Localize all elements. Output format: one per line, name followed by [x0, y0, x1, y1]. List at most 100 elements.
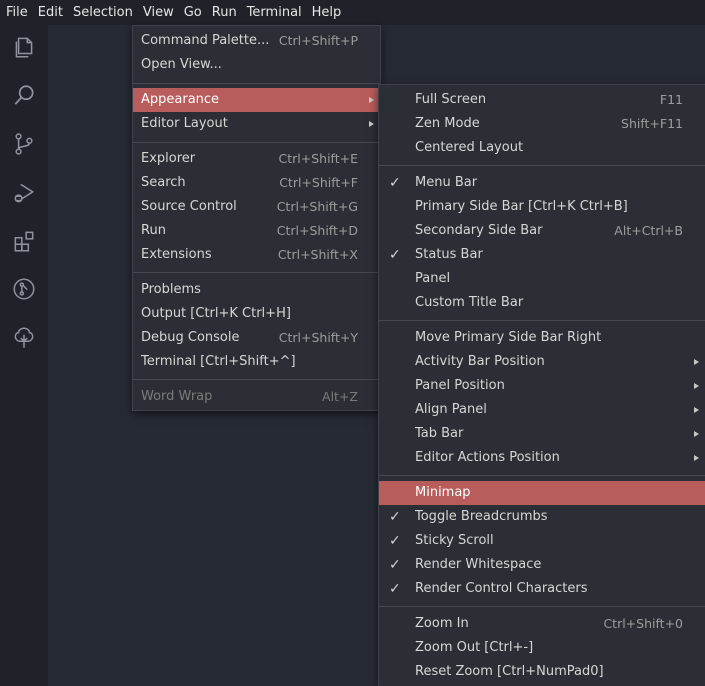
menu-item-label: Move Primary Side Bar Right	[415, 330, 602, 345]
menu-item-minimap[interactable]: Minimap	[379, 481, 705, 505]
menu-item-command-palette[interactable]: Command Palette... Ctrl+Shift+P	[133, 29, 380, 53]
menu-item-shortcut: F11	[659, 92, 683, 107]
checkmark-icon: ✓	[389, 581, 401, 597]
menu-item-render-control-characters[interactable]: ✓ Render Control Characters	[379, 577, 705, 601]
submenu-arrow-icon	[369, 121, 374, 127]
menu-item-label: Tab Bar	[415, 426, 464, 441]
menu-item-label: Custom Title Bar	[415, 295, 524, 310]
menu-item-sticky-scroll[interactable]: ✓ Sticky Scroll	[379, 529, 705, 553]
menu-item-label: Render Control Characters	[415, 581, 588, 596]
submenu-arrow-icon	[694, 431, 699, 437]
menu-item-align-panel[interactable]: Align Panel	[379, 398, 705, 422]
menu-item-label: Status Bar	[415, 247, 483, 262]
menu-file[interactable]: File	[0, 0, 33, 25]
menu-item-toggle-breadcrumbs[interactable]: ✓ Toggle Breadcrumbs	[379, 505, 705, 529]
menu-item-label: Command Palette...	[141, 33, 270, 48]
menu-item-zen-mode[interactable]: Zen Mode Shift+F11	[379, 112, 705, 136]
menu-item-editor-actions-position[interactable]: Editor Actions Position	[379, 446, 705, 470]
menu-go[interactable]: Go	[179, 0, 207, 25]
checkmark-icon: ✓	[389, 247, 401, 263]
menu-item-shortcut: Ctrl+Shift+Y	[278, 330, 358, 345]
menu-item-label: Reset Zoom [Ctrl+NumPad0]	[415, 664, 604, 679]
menu-item-full-screen[interactable]: Full Screen F11	[379, 88, 705, 112]
menu-item-shortcut: Alt+Ctrl+B	[614, 223, 683, 238]
menu-item-panel[interactable]: Panel	[379, 267, 705, 291]
menu-terminal[interactable]: Terminal	[242, 0, 307, 25]
menu-item-problems[interactable]: Problems	[133, 278, 380, 302]
explorer-icon[interactable]	[0, 29, 48, 65]
menu-item-label: Activity Bar Position	[415, 354, 545, 369]
menu-item-tab-bar[interactable]: Tab Bar	[379, 422, 705, 446]
search-icon[interactable]	[0, 78, 48, 114]
menu-item-secondary-side-bar[interactable]: Secondary Side Bar Alt+Ctrl+B	[379, 219, 705, 243]
menu-item-label: Problems	[141, 282, 201, 297]
menu-item-source-control[interactable]: Source Control Ctrl+Shift+G	[133, 195, 380, 219]
menu-separator	[133, 272, 380, 273]
menu-item-label: Render Whitespace	[415, 557, 542, 572]
menu-item-custom-title-bar[interactable]: Custom Title Bar	[379, 291, 705, 315]
menu-item-label: Extensions	[141, 247, 212, 262]
appearance-submenu: Full Screen F11 Zen Mode Shift+F11 Cente…	[378, 84, 705, 686]
menu-item-label: Run	[141, 223, 166, 238]
menu-item-label: Editor Actions Position	[415, 450, 560, 465]
submenu-arrow-icon	[694, 359, 699, 365]
menu-separator	[379, 165, 705, 166]
menu-edit[interactable]: Edit	[33, 0, 68, 25]
menu-separator	[379, 320, 705, 321]
menu-item-reset-zoom[interactable]: Reset Zoom [Ctrl+NumPad0]	[379, 660, 705, 684]
menu-item-label: Word Wrap	[141, 389, 213, 404]
menu-item-label: Secondary Side Bar	[415, 223, 543, 238]
menu-item-panel-position[interactable]: Panel Position	[379, 374, 705, 398]
menu-item-menu-bar[interactable]: ✓ Menu Bar	[379, 171, 705, 195]
menu-item-activity-bar-position[interactable]: Activity Bar Position	[379, 350, 705, 374]
menu-item-terminal[interactable]: Terminal [Ctrl+Shift+^]	[133, 350, 380, 374]
checkmark-icon: ✓	[389, 533, 401, 549]
menu-item-move-primary-side-bar[interactable]: Move Primary Side Bar Right	[379, 326, 705, 350]
menu-item-shortcut: Ctrl+Shift+G	[276, 199, 358, 214]
run-debug-icon[interactable]	[0, 175, 48, 211]
checkmark-icon: ✓	[389, 175, 401, 191]
menu-view[interactable]: View	[138, 0, 179, 25]
menu-item-label: Debug Console	[141, 330, 240, 345]
menu-item-explorer[interactable]: Explorer Ctrl+Shift+E	[133, 147, 380, 171]
menu-item-zoom-out[interactable]: Zoom Out [Ctrl+-]	[379, 636, 705, 660]
menu-separator	[379, 475, 705, 476]
menu-item-centered-layout[interactable]: Centered Layout	[379, 136, 705, 160]
menu-item-label: Terminal [Ctrl+Shift+^]	[141, 354, 296, 369]
extensions-icon[interactable]	[0, 223, 48, 259]
menu-item-label: Open View...	[141, 57, 222, 72]
menu-item-shortcut: Ctrl+Shift+0	[603, 616, 683, 631]
menu-item-open-view[interactable]: Open View...	[133, 53, 380, 77]
menu-item-label: Centered Layout	[415, 140, 524, 155]
source-control-icon[interactable]	[0, 126, 48, 162]
menu-item-editor-layout[interactable]: Editor Layout	[133, 112, 380, 136]
menu-item-appearance[interactable]: Appearance	[133, 88, 380, 112]
menu-item-word-wrap: Word Wrap Alt+Z	[133, 385, 380, 409]
remote-explorer-icon[interactable]	[0, 271, 48, 307]
menu-item-label: Sticky Scroll	[415, 533, 494, 548]
menu-item-zoom-in[interactable]: Zoom In Ctrl+Shift+0	[379, 612, 705, 636]
submenu-arrow-icon	[694, 383, 699, 389]
menu-selection[interactable]: Selection	[68, 0, 138, 25]
menu-item-label: Menu Bar	[415, 175, 478, 190]
menu-separator	[133, 83, 380, 84]
menu-item-primary-side-bar[interactable]: Primary Side Bar [Ctrl+K Ctrl+B]	[379, 195, 705, 219]
menu-item-label: Zen Mode	[415, 116, 480, 131]
menu-item-status-bar[interactable]: ✓ Status Bar	[379, 243, 705, 267]
menu-item-shortcut: Ctrl+Shift+D	[276, 223, 358, 238]
menu-item-label: Panel Position	[415, 378, 505, 393]
menu-item-label: Zoom In	[415, 616, 469, 631]
menu-item-extensions[interactable]: Extensions Ctrl+Shift+X	[133, 243, 380, 267]
menu-item-shortcut: Ctrl+Shift+P	[278, 33, 358, 48]
menu-run[interactable]: Run	[207, 0, 242, 25]
menu-item-debug-console[interactable]: Debug Console Ctrl+Shift+Y	[133, 326, 380, 350]
menu-item-output[interactable]: Output [Ctrl+K Ctrl+H]	[133, 302, 380, 326]
menu-item-render-whitespace[interactable]: ✓ Render Whitespace	[379, 553, 705, 577]
menu-item-search[interactable]: Search Ctrl+Shift+F	[133, 171, 380, 195]
menu-item-shortcut: Ctrl+Shift+F	[279, 175, 358, 190]
menu-item-run[interactable]: Run Ctrl+Shift+D	[133, 219, 380, 243]
checkmark-icon: ✓	[389, 557, 401, 573]
tree-icon[interactable]	[0, 320, 48, 356]
menu-help[interactable]: Help	[307, 0, 347, 25]
activity-bar	[0, 25, 48, 686]
